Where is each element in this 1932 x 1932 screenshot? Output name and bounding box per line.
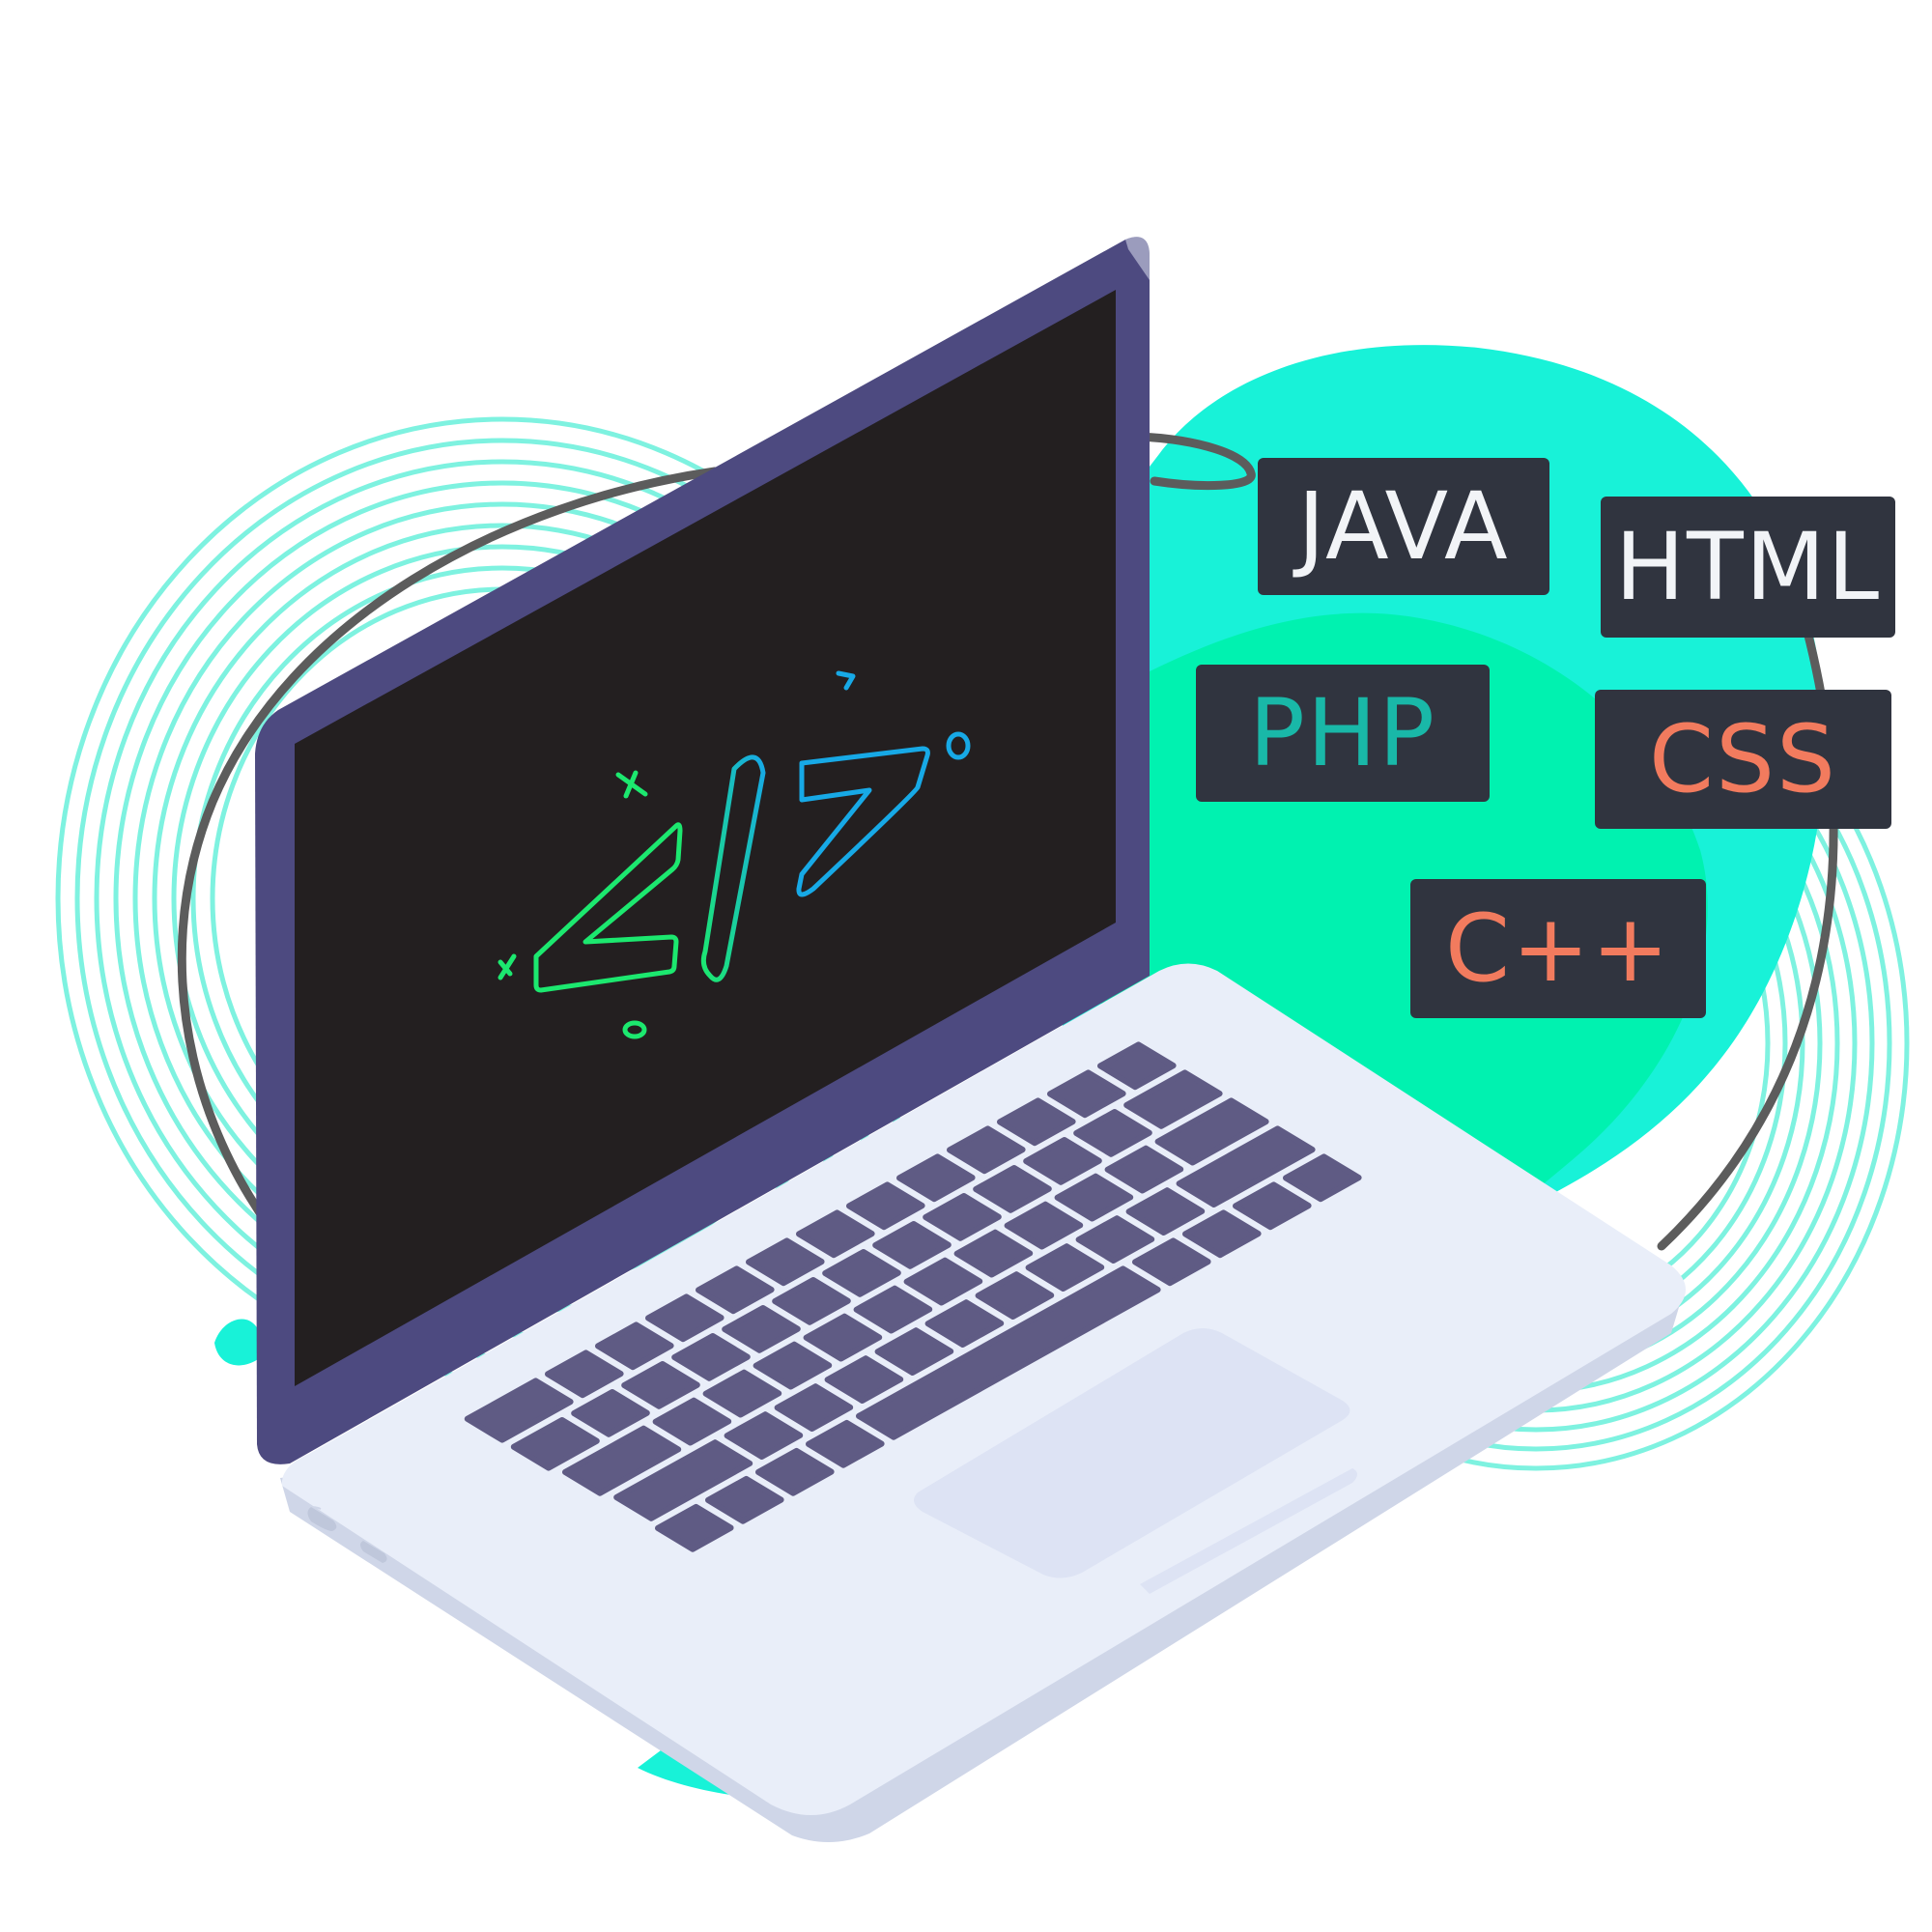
tag-html: HTML [1601,497,1895,638]
tag-css: CSS [1595,690,1891,829]
tag-label: PHP [1249,679,1436,787]
tag-label: C++ [1445,895,1671,1003]
tag-java: JAVA [1258,458,1549,595]
tag-label: CSS [1649,705,1837,813]
tag-php: PHP [1196,665,1490,802]
tag-label: HTML [1614,513,1882,621]
tag-cpp: C++ [1410,879,1706,1018]
tag-label: JAVA [1297,472,1510,581]
